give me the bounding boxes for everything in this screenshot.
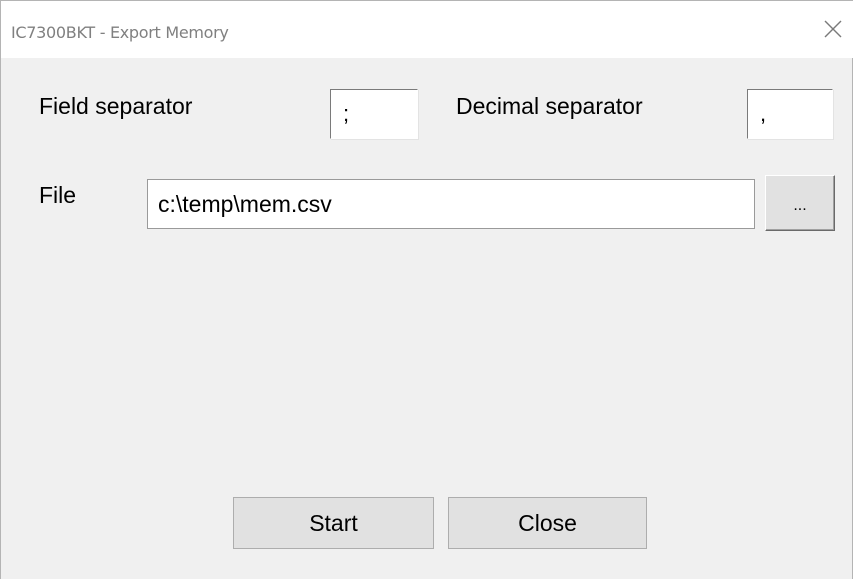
close-button[interactable]: Close	[448, 497, 647, 549]
close-icon[interactable]	[819, 15, 847, 43]
file-path-input[interactable]	[147, 179, 755, 229]
browse-button[interactable]: ...	[765, 175, 835, 231]
close-button-label: Close	[518, 510, 577, 536]
title-bar[interactable]: IC7300BKT - Export Memory	[1, 1, 853, 58]
start-button[interactable]: Start	[233, 497, 434, 549]
decimal-separator-label: Decimal separator	[456, 93, 643, 119]
browse-button-label: ...	[793, 197, 807, 214]
decimal-separator-input[interactable]	[747, 89, 833, 139]
file-label: File	[39, 182, 77, 208]
window-title: IC7300BKT - Export Memory	[11, 23, 229, 42]
export-memory-dialog: IC7300BKT - Export Memory Field separato…	[0, 0, 853, 579]
field-separator-input[interactable]	[330, 89, 418, 139]
field-separator-label: Field separator	[39, 93, 193, 119]
start-button-label: Start	[309, 510, 358, 536]
